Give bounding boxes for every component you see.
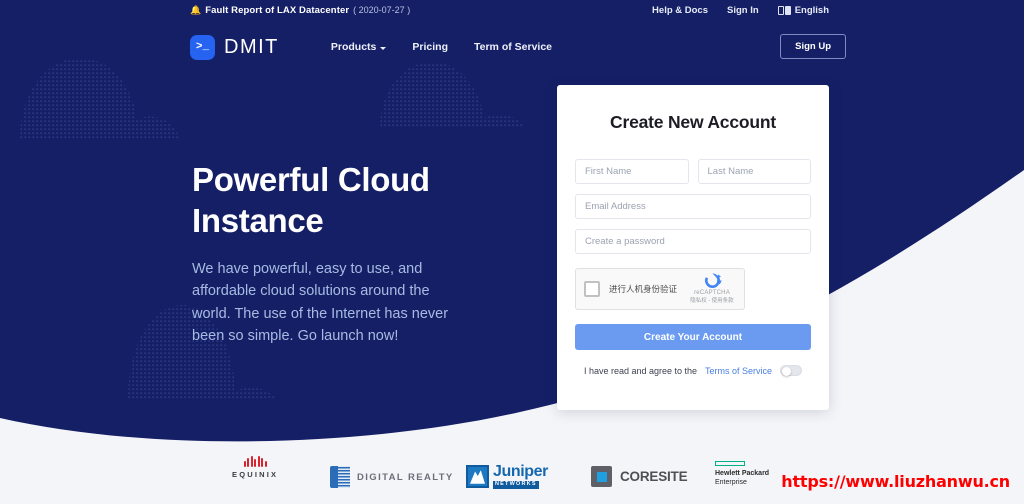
hero-subtitle: We have powerful, easy to use, and affor… [192, 260, 449, 345]
last-name-input[interactable] [697, 159, 811, 184]
email-input[interactable] [575, 194, 811, 219]
coresite-icon [591, 466, 612, 487]
digital-realty-icon [330, 466, 350, 488]
translate-icon [777, 6, 791, 15]
recaptcha-branding: reCAPTCHA 隐私权 - 使用条款 [686, 272, 738, 304]
password-input[interactable] [575, 229, 811, 254]
terminal-icon: >_ [190, 34, 215, 60]
partner-digital-realty-label: DIGITAL REALTY [357, 471, 454, 483]
hero-copy: Powerful Cloud Instance We have powerful… [192, 160, 492, 348]
recaptcha-icon [703, 272, 722, 289]
chevron-down-icon [380, 46, 387, 50]
juniper-icon [466, 464, 489, 488]
nav-item-products-label: Products [330, 41, 377, 53]
first-name-input[interactable] [575, 159, 689, 184]
partner-coresite: CORESITE [591, 466, 688, 487]
site-watermark: https://www.liuzhanwu.cn [781, 472, 1010, 491]
terms-prefix-label: I have read and agree to the [583, 365, 698, 376]
nav-item-pricing[interactable]: Pricing [412, 41, 448, 53]
recaptcha-widget[interactable]: 进行人机身份验证 reCAPTCHA 隐私权 - 使用条款 [575, 268, 745, 310]
partner-juniper-text: Juniper NETWORKS [493, 464, 548, 489]
name-field-row [575, 159, 811, 184]
brand-logo[interactable]: >_ DMIT [190, 34, 279, 60]
page-root: 🔔 Fault Report of LAX Datacenter ( 2020-… [0, 0, 1024, 504]
nav-item-products[interactable]: Products [331, 41, 387, 53]
nav-item-term-of-service[interactable]: Term of Service [474, 41, 552, 53]
signup-card-title: Create New Account [610, 112, 776, 132]
terms-agreement-toggle[interactable] [780, 365, 803, 376]
announcement[interactable]: 🔔 Fault Report of LAX Datacenter ( 2020-… [190, 5, 410, 16]
equinix-icon [243, 456, 267, 467]
partner-coresite-label: CORESITE [620, 469, 688, 484]
recaptcha-label: 进行人机身份验证 [609, 284, 678, 294]
recaptcha-checkbox[interactable] [584, 281, 600, 297]
main-navigation: >_ DMIT Products Pricing Term of Service [190, 30, 552, 64]
announcement-text: Fault Report of LAX Datacenter [205, 5, 350, 16]
page-title: Powerful Cloud Instance [192, 160, 492, 242]
sign-up-button[interactable]: Sign Up [780, 34, 846, 59]
partner-hpe-label: Hewlett Packard [715, 470, 770, 477]
partner-juniper: Juniper NETWORKS [466, 464, 548, 489]
bell-icon: 🔔 [190, 5, 202, 15]
partner-equinix-label: EQUINIX [232, 470, 279, 479]
partner-juniper-sublabel: NETWORKS [493, 481, 539, 489]
partner-juniper-label: Juniper [493, 463, 548, 480]
brand-name: DMIT [224, 35, 279, 58]
nav-links: Products Pricing Term of Service [331, 41, 552, 53]
sign-in-link[interactable]: Sign In [727, 5, 759, 16]
partner-digital-realty: DIGITAL REALTY [330, 466, 454, 488]
hero-title-line-1: Powerful Cloud [192, 161, 430, 198]
hpe-icon [715, 461, 745, 466]
create-account-button[interactable]: Create Your Account [575, 324, 811, 350]
partner-hpe-sublabel: Enterprise [715, 479, 747, 487]
partner-hpe-text: Hewlett Packard Enterprise [715, 469, 769, 488]
partner-equinix: EQUINIX [232, 456, 278, 479]
recaptcha-terms: 隐私权 - 使用条款 [690, 298, 734, 304]
top-navigation: Help & Docs Sign In English [652, 5, 829, 16]
toggle-knob [782, 366, 792, 376]
help-and-docs-link[interactable]: Help & Docs [652, 5, 708, 16]
announcement-date: ( 2020-07-27 ) [353, 5, 411, 15]
signup-card: Create New Account 进行人机身份验证 reCAPTCHA [557, 85, 829, 410]
language-label[interactable]: English [795, 5, 829, 16]
terms-of-service-link[interactable]: Terms of Service [705, 366, 772, 376]
terms-agreement-row: I have read and agree to the Terms of Se… [575, 365, 811, 376]
hero-title-line-2: Instance [192, 201, 324, 239]
language-selector[interactable]: English [777, 5, 829, 16]
hero-background [0, 0, 1024, 504]
top-announcement-bar: 🔔 Fault Report of LAX Datacenter ( 2020-… [0, 0, 1024, 22]
partner-hpe: Hewlett Packard Enterprise [715, 461, 769, 488]
